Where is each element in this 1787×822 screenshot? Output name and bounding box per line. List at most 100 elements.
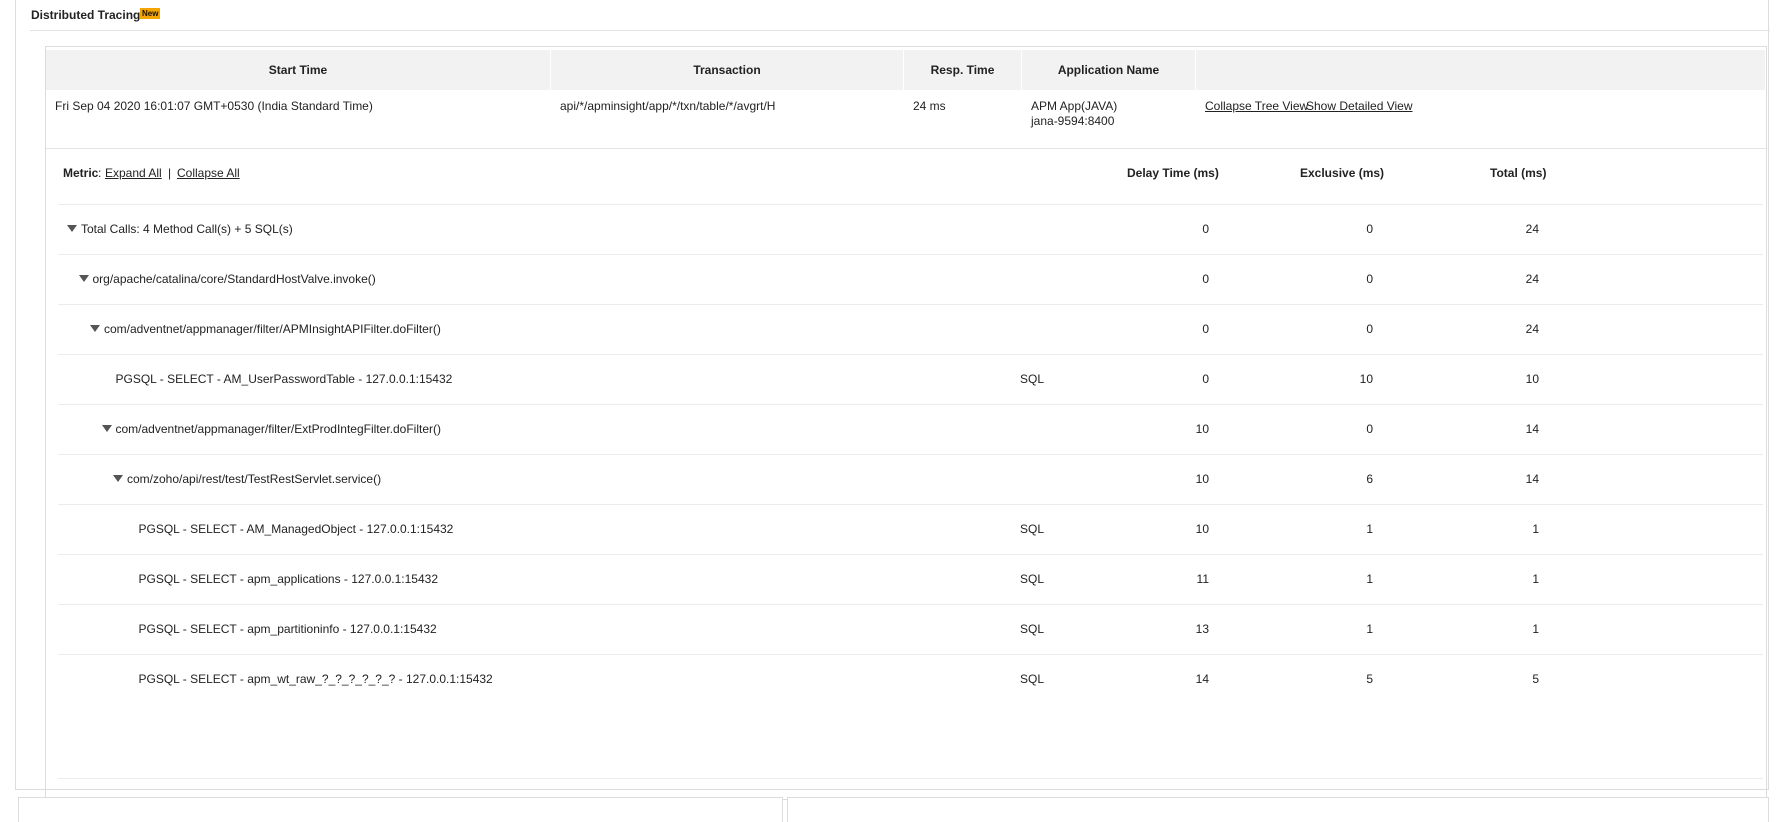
tree-row-text: PGSQL - SELECT - AM_UserPasswordTable - … bbox=[115, 372, 453, 386]
tree-row-type: SQL bbox=[1020, 672, 1045, 686]
start-time-value: Fri Sep 04 2020 16:01:07 GMT+0530 (India… bbox=[55, 99, 373, 113]
header-application-name: Application Name bbox=[1022, 50, 1196, 90]
app-host-value: jana-9594:8400 bbox=[1031, 114, 1115, 128]
tree-row-delay: 10 bbox=[1195, 422, 1209, 436]
section-title: Distributed Tracing bbox=[31, 8, 141, 22]
col-total: Total (ms) bbox=[1490, 166, 1547, 180]
title-bar bbox=[30, 8, 1770, 31]
distributed-tracing-panel: Distributed Tracing New Start Time Trans… bbox=[15, 0, 1770, 800]
metric-colon: : bbox=[98, 166, 102, 180]
tree-row-total: 24 bbox=[1525, 222, 1539, 236]
metric-separator: | bbox=[168, 166, 172, 180]
collapse-all-link[interactable]: Collapse All bbox=[177, 166, 240, 180]
tree-row-delay: 0 bbox=[1202, 222, 1209, 236]
tree-row: PGSQL - SELECT - AM_ManagedObject - 127.… bbox=[58, 504, 1763, 561]
tree-row-label: org/apache/catalina/core/StandardHostVal… bbox=[78, 272, 376, 286]
tree-row-label: PGSQL - SELECT - apm_partitioninfo - 127… bbox=[139, 622, 437, 636]
tree-row-text: org/apache/catalina/core/StandardHostVal… bbox=[92, 272, 376, 286]
tree-row-delay: 10 bbox=[1195, 472, 1209, 486]
caret-down-icon[interactable] bbox=[90, 325, 100, 333]
tree-row-total: 14 bbox=[1525, 422, 1539, 436]
show-detailed-view-link[interactable]: Show Detailed View bbox=[1306, 99, 1413, 113]
trace-summary-row: Fri Sep 04 2020 16:01:07 GMT+0530 (India… bbox=[46, 90, 1766, 149]
tree-row-type: SQL bbox=[1020, 622, 1045, 636]
caret-down-icon[interactable] bbox=[67, 225, 77, 233]
tree-row-text: Total Calls: 4 Method Call(s) + 5 SQL(s) bbox=[81, 222, 293, 236]
tree-row-total: 24 bbox=[1525, 272, 1539, 286]
tree-row-exclusive: 0 bbox=[1366, 272, 1373, 286]
tree-row-delay: 0 bbox=[1202, 372, 1209, 386]
expand-all-link[interactable]: Expand All bbox=[105, 166, 162, 180]
tree-row-exclusive: 0 bbox=[1366, 222, 1373, 236]
tree-row-label: com/adventnet/appmanager/filter/APMInsig… bbox=[90, 322, 441, 336]
tree-row: PGSQL - SELECT - apm_partitioninfo - 127… bbox=[58, 604, 1763, 661]
tree-row-total: 1 bbox=[1532, 522, 1539, 536]
tree-row-text: com/adventnet/appmanager/filter/APMInsig… bbox=[104, 322, 441, 336]
tree-row-exclusive: 0 bbox=[1366, 422, 1373, 436]
tree-row-type: SQL bbox=[1020, 572, 1045, 586]
collapse-tree-view-link[interactable]: Collapse Tree View bbox=[1205, 99, 1308, 113]
tree-bottom-border bbox=[58, 778, 1763, 779]
tree-row: com/adventnet/appmanager/filter/ExtProdI… bbox=[58, 404, 1763, 461]
tree-row-exclusive: 6 bbox=[1366, 472, 1373, 486]
tree-row-total: 10 bbox=[1525, 372, 1539, 386]
tree-row-label: PGSQL - SELECT - AM_UserPasswordTable - … bbox=[116, 372, 453, 386]
tree-row-total: 1 bbox=[1532, 622, 1539, 636]
caret-down-icon[interactable] bbox=[113, 475, 123, 483]
tree-row-text: PGSQL - SELECT - apm_wt_raw_?_?_?_?_?_? … bbox=[138, 672, 493, 686]
tree-row-label: PGSQL - SELECT - AM_ManagedObject - 127.… bbox=[139, 522, 454, 536]
tree-row: PGSQL - SELECT - apm_wt_raw_?_?_?_?_?_? … bbox=[58, 654, 1763, 711]
tree-row-text: PGSQL - SELECT - AM_ManagedObject - 127.… bbox=[138, 522, 454, 536]
tree-row-text: com/adventnet/appmanager/filter/ExtProdI… bbox=[115, 422, 442, 436]
tree-row-text: com/zoho/api/rest/test/TestRestServlet.s… bbox=[127, 472, 382, 486]
tree-row-total: 1 bbox=[1532, 572, 1539, 586]
col-exclusive: Exclusive (ms) bbox=[1300, 166, 1385, 180]
tree-row-type: SQL bbox=[1020, 372, 1045, 386]
tree-row: Total Calls: 4 Method Call(s) + 5 SQL(s)… bbox=[58, 204, 1763, 261]
tree-row-text: PGSQL - SELECT - apm_partitioninfo - 127… bbox=[138, 622, 437, 636]
tree-row-exclusive: 1 bbox=[1366, 522, 1373, 536]
tree-row-delay: 0 bbox=[1202, 322, 1209, 336]
tree-row-exclusive: 1 bbox=[1366, 572, 1373, 586]
col-delay-time: Delay Time (ms) bbox=[1127, 166, 1219, 180]
metric-label: Metric bbox=[63, 166, 99, 180]
tree-row-exclusive: 10 bbox=[1359, 372, 1373, 386]
tree-row-delay: 0 bbox=[1202, 272, 1209, 286]
tree-row-label: com/adventnet/appmanager/filter/ExtProdI… bbox=[101, 422, 442, 436]
tree-row-label: PGSQL - SELECT - apm_applications - 127.… bbox=[139, 572, 439, 586]
tree-row: PGSQL - SELECT - apm_applications - 127.… bbox=[58, 554, 1763, 611]
tree-row-label: PGSQL - SELECT - apm_wt_raw_?_?_?_?_?_? … bbox=[139, 672, 493, 686]
tree-row-delay: 13 bbox=[1195, 622, 1209, 636]
header-transaction: Transaction bbox=[551, 50, 904, 90]
header-resp-time: Resp. Time bbox=[904, 50, 1022, 90]
caret-down-icon[interactable] bbox=[78, 275, 89, 283]
tree-row-label: Total Calls: 4 Method Call(s) + 5 SQL(s) bbox=[67, 222, 293, 236]
tree-row-exclusive: 5 bbox=[1366, 672, 1373, 686]
tree-row-exclusive: 0 bbox=[1366, 322, 1373, 336]
tree-row-total: 14 bbox=[1525, 472, 1539, 486]
tree-row-type: SQL bbox=[1020, 522, 1045, 536]
tree-row: org/apache/catalina/core/StandardHostVal… bbox=[58, 254, 1763, 311]
new-badge: New bbox=[140, 8, 161, 19]
header-actions bbox=[1196, 50, 1766, 90]
bottom-panel-right bbox=[787, 797, 1769, 822]
header-start-time: Start Time bbox=[46, 50, 551, 90]
tree-row-text: PGSQL - SELECT - apm_applications - 127.… bbox=[138, 572, 439, 586]
trace-table-container: Start Time Transaction Resp. Time Applic… bbox=[45, 46, 1767, 800]
tree-row-delay: 10 bbox=[1195, 522, 1209, 536]
tree-row: PGSQL - SELECT - AM_UserPasswordTable - … bbox=[58, 354, 1763, 411]
tree-row-delay: 11 bbox=[1196, 572, 1209, 586]
tree-row-total: 24 bbox=[1525, 322, 1539, 336]
tree-row-exclusive: 1 bbox=[1366, 622, 1373, 636]
resp-time-value: 24 ms bbox=[913, 99, 946, 113]
bottom-panel-left bbox=[18, 797, 783, 822]
tree-row-label: com/zoho/api/rest/test/TestRestServlet.s… bbox=[113, 472, 381, 486]
tree-row: com/adventnet/appmanager/filter/APMInsig… bbox=[58, 304, 1763, 361]
transaction-value: api/*/apminsight/app/*/txn/table/*/avgrt… bbox=[560, 99, 776, 113]
tree-row-delay: 14 bbox=[1195, 672, 1209, 686]
metric-header: Metric : Expand All | Collapse All Delay… bbox=[46, 148, 1766, 204]
tree-row: com/zoho/api/rest/test/TestRestServlet.s… bbox=[58, 454, 1763, 511]
tree-row-total: 5 bbox=[1532, 672, 1539, 686]
app-name-value: APM App(JAVA) bbox=[1031, 99, 1118, 113]
caret-down-icon[interactable] bbox=[101, 425, 112, 433]
